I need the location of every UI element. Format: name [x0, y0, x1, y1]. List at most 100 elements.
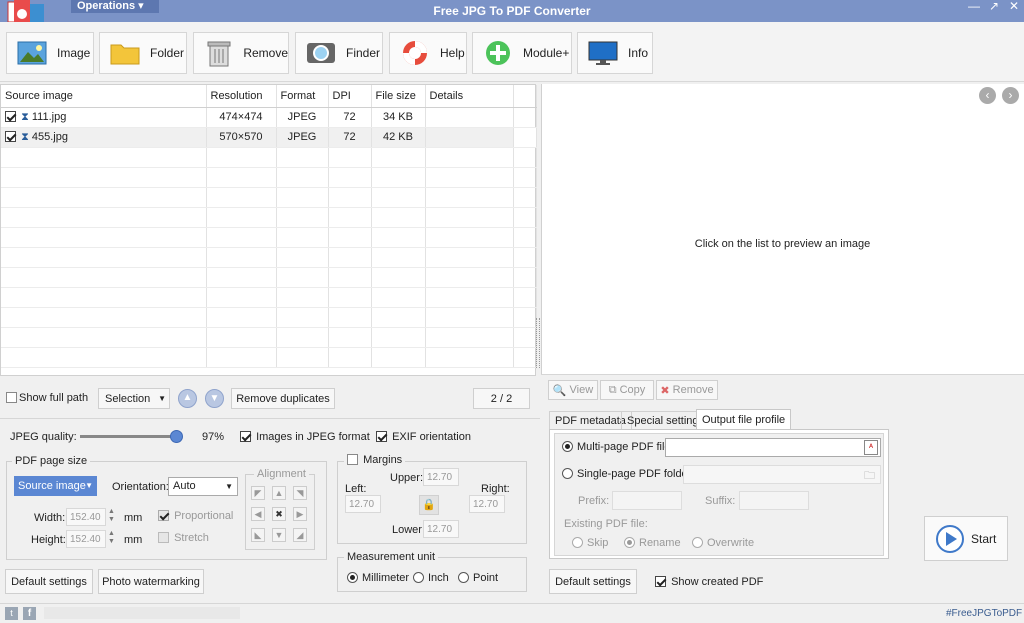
- source-image-dropdown[interactable]: Source image ▼: [14, 476, 97, 496]
- move-up-icon[interactable]: ▲: [178, 389, 197, 408]
- stretch-checkbox[interactable]: Stretch: [158, 532, 209, 544]
- add-image-button[interactable]: Image: [6, 32, 94, 74]
- height-input[interactable]: 152.40: [66, 530, 106, 548]
- inch-radio[interactable]: Inch: [413, 572, 449, 584]
- move-down-icon[interactable]: ▼: [205, 389, 224, 408]
- show-created-pdf-checkbox[interactable]: Show created PDF: [655, 576, 763, 588]
- row-checkbox[interactable]: [5, 130, 16, 142]
- prev-arrow-icon[interactable]: ‹: [979, 87, 996, 104]
- add-image-label: Image: [57, 46, 91, 60]
- lower-label: Lower:: [392, 524, 426, 536]
- align-top-icon[interactable]: ▲: [272, 486, 286, 500]
- overwrite-radio[interactable]: Overwrite: [692, 537, 754, 549]
- folder-open-icon[interactable]: 🗀: [864, 467, 875, 486]
- default-settings-button[interactable]: Default settings: [5, 569, 93, 594]
- upper-input[interactable]: 12.70: [423, 468, 459, 486]
- proportional-checkbox[interactable]: Proportional: [158, 510, 233, 522]
- maximize-icon[interactable]: ↗: [984, 0, 1004, 14]
- right-default-settings-button[interactable]: Default settings: [549, 569, 637, 594]
- pdf-file-icon[interactable]: ᴬ: [864, 440, 878, 455]
- images-in-jpeg-checkbox[interactable]: Images in JPEG format: [240, 431, 370, 443]
- tab-pdf-metadata[interactable]: PDF metadata: [549, 411, 632, 429]
- table-row[interactable]: ⧗ 111.jpg 474×474 JPEG 72 34 KB: [1, 107, 537, 128]
- photo-watermarking-button[interactable]: Photo watermarking: [98, 569, 204, 594]
- preview-remove-button[interactable]: ✖ Remove: [656, 380, 718, 400]
- hashtag-link[interactable]: #FreeJPGToPDF: [946, 608, 1022, 619]
- finder-button[interactable]: Finder: [295, 32, 383, 74]
- col-source-image[interactable]: Source image: [1, 85, 207, 108]
- jpeg-quality-slider[interactable]: [80, 430, 183, 443]
- measurement-label: Measurement unit: [344, 551, 439, 563]
- single-page-folder-input[interactable]: [683, 465, 881, 484]
- single-page-radio[interactable]: Single-page PDF folder:: [562, 468, 694, 480]
- cell-format: JPEG: [276, 127, 329, 148]
- file-count: 2 / 2: [473, 388, 530, 409]
- splitter-handle[interactable]: [536, 318, 540, 368]
- exif-orientation-label: EXIF orientation: [392, 431, 471, 443]
- table-row[interactable]: ⧗ 455.jpg 570×570 JPEG 72 42 KB: [1, 127, 537, 148]
- start-label: Start: [971, 531, 997, 546]
- width-input[interactable]: 152.40: [66, 508, 106, 526]
- skip-radio[interactable]: Skip: [572, 537, 608, 549]
- col-format[interactable]: Format: [276, 85, 329, 108]
- module-button[interactable]: Module+: [472, 32, 572, 74]
- file-list[interactable]: Source image Resolution Format DPI File …: [0, 84, 537, 376]
- col-file-size[interactable]: File size: [371, 85, 426, 108]
- close-icon[interactable]: ✕: [1004, 0, 1024, 14]
- prefix-input[interactable]: [612, 491, 682, 510]
- copy-button[interactable]: ⧉ Copy: [600, 380, 654, 400]
- slider-thumb[interactable]: [170, 430, 183, 443]
- col-details[interactable]: Details: [425, 85, 514, 108]
- margins-checkbox[interactable]: Margins: [344, 454, 406, 466]
- point-radio[interactable]: Point: [458, 572, 498, 584]
- align-bottom-right-icon[interactable]: ◢: [293, 528, 307, 542]
- add-folder-button[interactable]: Folder: [99, 32, 187, 74]
- height-spinner[interactable]: ▲ ▼: [108, 530, 115, 546]
- orientation-label: Orientation:: [112, 481, 169, 493]
- view-button[interactable]: 🔍 View: [548, 380, 598, 400]
- help-button[interactable]: Help: [389, 32, 467, 74]
- lower-input[interactable]: 12.70: [423, 520, 459, 538]
- show-created-pdf-label: Show created PDF: [671, 576, 764, 588]
- right-input[interactable]: 12.70: [469, 495, 505, 513]
- suffix-label: Suffix:: [705, 495, 736, 507]
- twitter-icon[interactable]: t: [5, 607, 18, 620]
- orientation-select[interactable]: Auto ▼: [168, 477, 238, 496]
- exif-orientation-checkbox[interactable]: EXIF orientation: [376, 431, 471, 443]
- multi-page-radio[interactable]: Multi-page PDF file:: [562, 441, 674, 453]
- align-bottom-icon[interactable]: ▼: [272, 528, 286, 542]
- divider: [0, 418, 540, 419]
- cell-resolution: 474×474: [206, 107, 277, 128]
- info-button[interactable]: Info: [577, 32, 653, 74]
- remove-duplicates-button[interactable]: Remove duplicates: [231, 388, 335, 409]
- rename-radio[interactable]: Rename: [624, 537, 681, 549]
- facebook-icon[interactable]: f: [23, 607, 36, 620]
- suffix-input[interactable]: [739, 491, 809, 510]
- align-center-icon[interactable]: ✖: [272, 507, 286, 521]
- plus-circle-icon: [481, 38, 515, 68]
- col-dpi[interactable]: DPI: [328, 85, 372, 108]
- align-left-icon[interactable]: ◀: [251, 507, 265, 521]
- lock-icon[interactable]: 🔒: [419, 495, 439, 515]
- tab-output-file-profile[interactable]: Output file profile: [696, 409, 792, 430]
- remove-button[interactable]: Remove: [193, 32, 289, 74]
- hourglass-icon: ⧗: [21, 110, 29, 123]
- multi-page-pdf-input[interactable]: [665, 438, 881, 457]
- millimeter-radio[interactable]: Millimeter: [347, 572, 409, 584]
- align-top-right-icon[interactable]: ◥: [293, 486, 307, 500]
- page-size-group-label: PDF page size: [12, 455, 91, 467]
- selection-dropdown[interactable]: Selection ▼: [98, 388, 170, 409]
- minimize-icon[interactable]: —: [964, 0, 984, 14]
- next-arrow-icon[interactable]: ›: [1002, 87, 1019, 104]
- start-button[interactable]: Start: [924, 516, 1008, 561]
- align-top-left-icon[interactable]: ◤: [251, 486, 265, 500]
- align-right-icon[interactable]: ▶: [293, 507, 307, 521]
- preview-actions: 🔍 View ⧉ Copy ✖ Remove: [548, 380, 728, 400]
- left-input[interactable]: 12.70: [345, 495, 381, 513]
- show-full-path-checkbox[interactable]: Show full path: [6, 392, 88, 404]
- existing-pdf-label: Existing PDF file:: [564, 518, 648, 530]
- col-resolution[interactable]: Resolution: [206, 85, 277, 108]
- width-spinner[interactable]: ▲ ▼: [108, 508, 115, 524]
- align-bottom-left-icon[interactable]: ◣: [251, 528, 265, 542]
- row-checkbox[interactable]: [5, 110, 16, 122]
